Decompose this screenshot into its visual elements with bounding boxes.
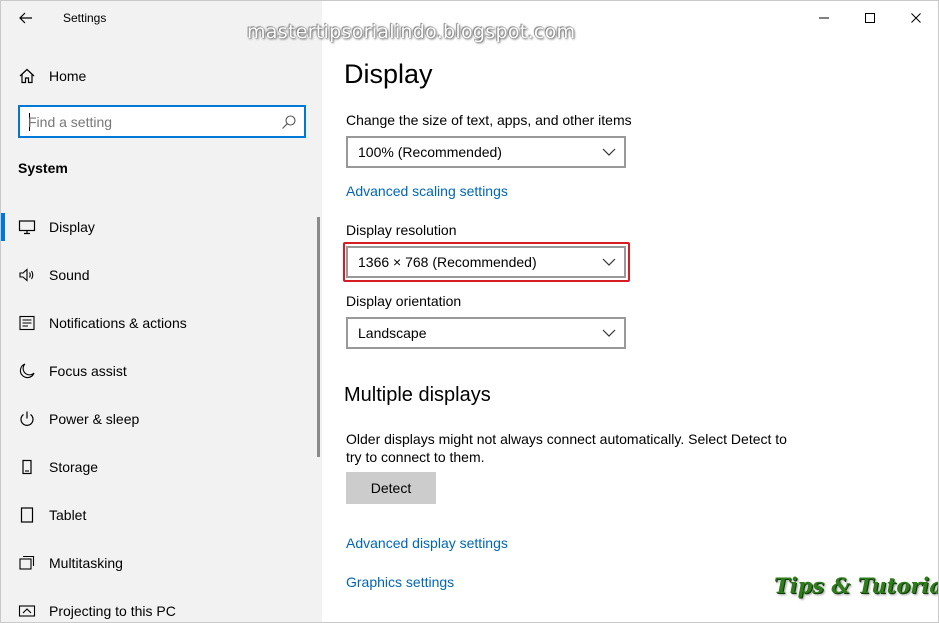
tablet-icon [20,507,34,523]
sidebar-item-label: Display [49,219,95,235]
sidebar-scrollbar[interactable] [317,217,320,457]
storage-icon [22,459,32,475]
maximize-button[interactable] [847,1,893,35]
home-icon [19,68,35,84]
system-section-title: System [18,160,68,176]
sidebar: Settings Home System Display [1,1,322,622]
scale-value: 100% (Recommended) [358,144,502,160]
watermark: mastertipsorialindo.blogspot.com [247,21,576,43]
back-button[interactable] [11,5,41,31]
search-input[interactable] [28,112,278,131]
advanced-display-link[interactable]: Advanced display settings [346,535,508,551]
multitasking-icon [19,555,35,570]
search-icon[interactable] [281,114,297,130]
graphics-settings-link[interactable]: Graphics settings [346,574,454,590]
sidebar-item-focus-assist[interactable]: Focus assist [1,351,317,391]
main-content: Display Change the size of text, apps, a… [322,1,939,622]
sidebar-item-label: Power & sleep [49,411,140,427]
sidebar-item-label: Multitasking [49,555,123,571]
sidebar-item-projecting[interactable]: Projecting to this PC [1,591,317,622]
chevron-down-icon [602,258,616,266]
minimize-icon [819,17,829,19]
minimize-button[interactable] [801,1,847,35]
scale-label: Change the size of text, apps, and other… [346,112,632,128]
resolution-dropdown[interactable]: 1366 × 768 (Recommended) [346,246,626,278]
sidebar-item-multitasking[interactable]: Multitasking [1,543,317,583]
sidebar-item-tablet[interactable]: Tablet [1,495,317,535]
resolution-label: Display resolution [346,222,457,238]
chevron-down-icon [602,329,616,337]
sidebar-item-label: Tablet [49,507,87,523]
orientation-value: Landscape [358,325,427,341]
multiple-displays-title: Multiple displays [344,384,491,406]
chevron-down-icon [602,148,616,156]
sidebar-item-label: Storage [49,459,99,475]
resolution-value: 1366 × 768 (Recommended) [358,254,537,270]
window-title: Settings [63,11,107,25]
speaker-icon [19,268,34,282]
advanced-scaling-link[interactable]: Advanced scaling settings [346,183,508,199]
orientation-label: Display orientation [346,293,462,309]
multiple-displays-description: Older displays might not always connect … [346,431,787,465]
selection-indicator [1,213,5,241]
moon-icon [19,363,35,379]
settings-window: Settings Home System Display [0,0,939,623]
power-icon [20,411,34,426]
sidebar-item-storage[interactable]: Storage [1,447,317,487]
sidebar-item-label: Projecting to this PC [49,603,176,619]
back-arrow-icon [19,12,32,24]
sidebar-item-notifications[interactable]: Notifications & actions [1,303,317,343]
search-box[interactable] [18,105,306,138]
sidebar-item-label: Notifications & actions [49,315,187,331]
home-nav-item[interactable]: Home [1,59,322,93]
monitor-icon [18,220,36,235]
notification-icon [19,315,35,331]
orientation-dropdown[interactable]: Landscape [346,317,626,349]
tips-tutorial-logo: Tips & Tutorial [774,573,939,598]
home-label: Home [49,68,87,84]
close-button[interactable] [893,1,938,35]
scale-dropdown[interactable]: 100% (Recommended) [346,136,626,168]
maximize-icon [865,13,875,23]
sidebar-item-label: Focus assist [49,363,127,379]
sidebar-item-label: Sound [49,267,90,283]
sidebar-item-display[interactable]: Display [1,207,317,247]
sidebar-item-sound[interactable]: Sound [1,255,317,295]
detect-button[interactable]: Detect [346,472,436,504]
sidebar-item-power-sleep[interactable]: Power & sleep [1,399,317,439]
projecting-icon [18,605,36,617]
close-icon [911,13,921,23]
page-title: Display [344,59,433,89]
